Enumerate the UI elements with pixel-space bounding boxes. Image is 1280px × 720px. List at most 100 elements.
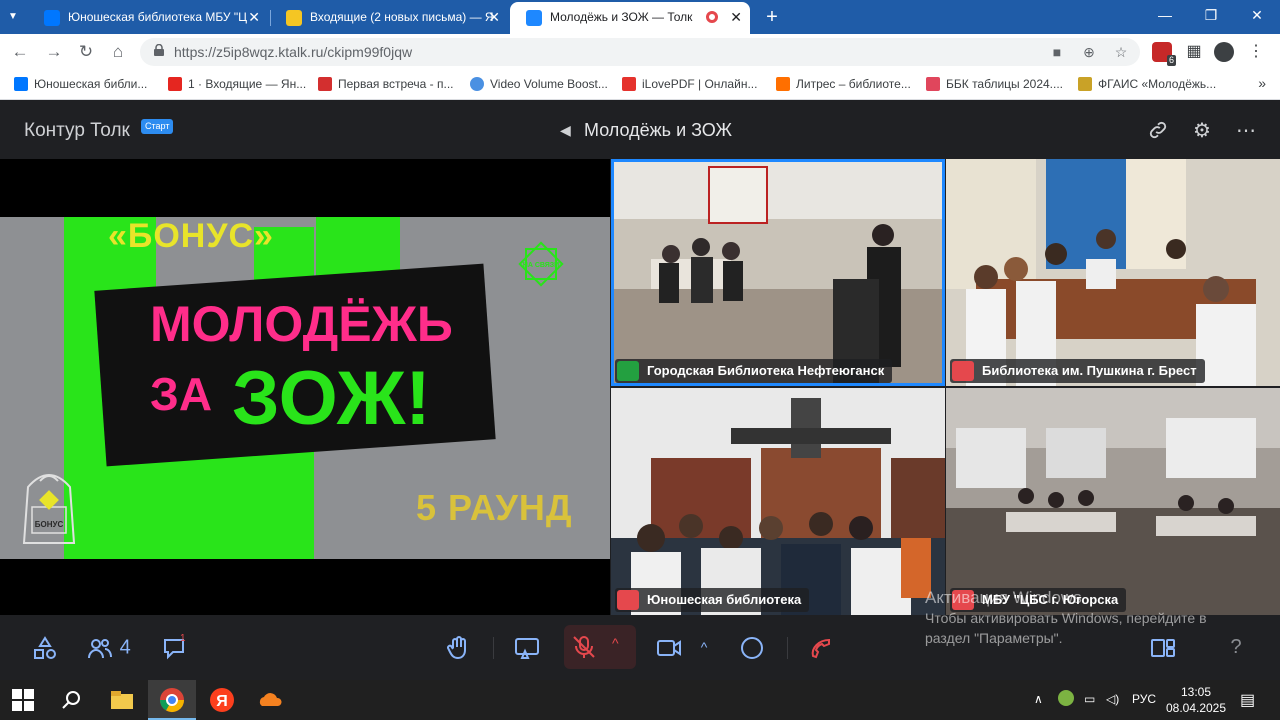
chevron-up-icon[interactable]: ^ [696,631,712,663]
help-button[interactable]: ? [1224,631,1248,663]
windows-start-icon[interactable] [12,689,34,711]
volume-icon[interactable]: ◁) [1106,692,1119,706]
participant-name: Библиотека им. Пушкина г. Брест [982,363,1197,378]
tab-mail[interactable]: Входящие (2 новых письма) — Я ✕ [270,2,508,34]
bookmark-label: ФГАИС «Молодёжь... [1098,77,1217,91]
tab-title: Входящие (2 новых письма) — Я [310,10,494,24]
backpack-icon: БОНУС [22,474,76,544]
slide-headline-1: МОЛОДЁЖЬ [150,296,453,352]
video-feed [946,388,1280,615]
bookmark-label: Первая встреча - п... [338,77,454,91]
room-title: ◀ Молодёжь и ЗОЖ [560,120,732,141]
bookmark-item[interactable]: Литрес – библиоте... [776,76,911,92]
camera-blocked-icon[interactable]: ■ [1048,44,1066,60]
language-indicator[interactable]: РУС [1132,692,1156,706]
link-icon[interactable] [1146,119,1170,143]
notifications-icon[interactable]: ▤ [1240,690,1255,710]
screen-warning-icon [515,637,539,659]
bookmark-item[interactable]: 1 · Входящие — Ян... [168,76,306,92]
more-options-icon[interactable]: ⋯ [1234,119,1258,143]
tab-search-icon[interactable]: ▼ [4,8,22,26]
browser-tab-strip: ▼ Юношеская библиотека МБУ "Ц ✕ Входящие… [0,0,1280,34]
mail-favicon-icon [286,10,302,26]
home-icon[interactable]: ⌂ [106,40,130,64]
tab-title: Юношеская библиотека МБУ "Ц [68,10,248,24]
microphone-toggle-button[interactable]: ^ [564,625,636,669]
network-icon[interactable]: ▭ [1084,692,1095,706]
tab-talk[interactable]: Молодёжь и ЗОЖ — Толк ✕ [510,2,750,34]
tray-app-icon[interactable] [1058,690,1074,706]
search-icon[interactable] [60,689,82,711]
hang-up-button[interactable] [806,631,836,663]
na-svyazi-logo-icon: НА СВЯЗИ [518,241,564,287]
extension-badge: 6 [1166,55,1176,66]
svg-text:НА СВЯЗИ: НА СВЯЗИ [523,262,559,269]
extension-shield-icon[interactable]: 6 [1152,42,1176,66]
zoom-icon[interactable]: ⊕ [1080,44,1098,61]
chrome-taskbar-button[interactable] [148,680,196,720]
cloud-app-icon[interactable] [256,686,284,714]
chat-button[interactable]: 1 [160,631,190,663]
bonus-title: «БОНУС» [108,217,274,255]
participants-button[interactable]: 4 [86,631,138,663]
reload-button[interactable]: ↻ [74,40,98,64]
close-window-button[interactable]: ✕ [1234,4,1280,26]
back-button[interactable]: ← [8,40,32,64]
chat-badge: 1 [180,633,186,644]
tab-library[interactable]: Юношеская библиотека МБУ "Ц ✕ [28,2,268,34]
room-title-text: Молодёжь и ЗОЖ [584,120,733,140]
bookmark-item[interactable]: ФГАИС «Молодёжь... [1078,76,1216,92]
video-feed [946,159,1280,386]
participant-tile[interactable]: Юношеская библиотека [611,388,945,615]
file-explorer-icon[interactable] [108,686,136,714]
bookmark-item[interactable]: Первая встреча - п... [318,76,454,92]
new-tab-button[interactable]: + [760,4,784,30]
bookmark-item[interactable]: ББК таблицы 2024.... [926,76,1063,92]
close-icon[interactable]: ✕ [248,2,260,32]
minimize-button[interactable]: — [1142,4,1188,26]
close-icon[interactable]: ✕ [730,2,742,32]
bookmark-item[interactable]: iLovePDF | Онлайн... [622,76,757,92]
settings-gear-icon[interactable]: ⚙ [1190,119,1214,143]
yandex-browser-icon[interactable]: Я [208,686,236,714]
browser-toolbar: ← → ↻ ⌂ https://z5ip8wqz.ktalk.ru/ckipm9… [0,34,1280,70]
screen-share-button[interactable] [510,631,544,663]
bookmark-star-icon[interactable]: ☆ [1112,44,1130,61]
forward-button[interactable]: → [42,40,66,64]
bookmark-label: Литрес – библиоте... [796,77,911,91]
address-bar[interactable]: https://z5ip8wqz.ktalk.ru/ckipm99f0jqw ■… [140,38,1140,66]
close-icon[interactable]: ✕ [488,2,500,32]
tray-expand-icon[interactable]: ∧ [1034,692,1043,706]
raise-hand-icon[interactable] [444,631,474,663]
shapes-apps-icon[interactable] [30,631,60,663]
round-label: 5 РАУНД [416,487,573,528]
microphone-off-icon [573,636,595,658]
clock[interactable]: 13:05 08.04.2025 [1164,684,1228,716]
activation-line: Чтобы активировать Windows, перейдите в [925,610,1207,626]
bookmark-item[interactable]: Video Volume Boost... [470,76,608,92]
camera-button[interactable] [652,631,686,663]
participant-label: Городская Библиотека Нефтеюганск [615,359,893,383]
camera-icon [657,639,681,656]
participant-tile[interactable]: МБУ "ЦБС г. Югорска [946,388,1280,615]
extensions-puzzle-icon[interactable]: ▦ [1184,42,1204,62]
browser-menu-icon[interactable]: ⋮ [1246,42,1266,62]
bookmark-item[interactable]: Юношеская библи... [14,76,147,92]
participant-tile[interactable]: Городская Библиотека Нефтеюганск [611,159,945,386]
record-button[interactable] [738,631,766,663]
chevron-up-icon[interactable]: ^ [612,635,619,651]
mic-muted-icon [952,361,974,381]
svg-text:Я: Я [216,693,228,710]
video-feed [611,388,945,615]
green-stripe [200,447,300,559]
bookmarks-more-button[interactable]: » [1258,75,1266,91]
brand-logo: Контур Толк [24,120,130,141]
participant-label: Библиотека им. Пушкина г. Брест [950,359,1205,383]
restore-button[interactable]: ❐ [1188,4,1234,26]
recording-icon [706,11,718,23]
phone-hangup-icon [811,638,830,658]
participant-tile[interactable]: Библиотека им. Пушкина г. Брест [946,159,1280,386]
clock-date: 08.04.2025 [1165,701,1227,715]
bookmarks-bar: Юношеская библи... 1 · Входящие — Ян... … [0,70,1280,100]
profile-avatar[interactable] [1214,42,1234,62]
